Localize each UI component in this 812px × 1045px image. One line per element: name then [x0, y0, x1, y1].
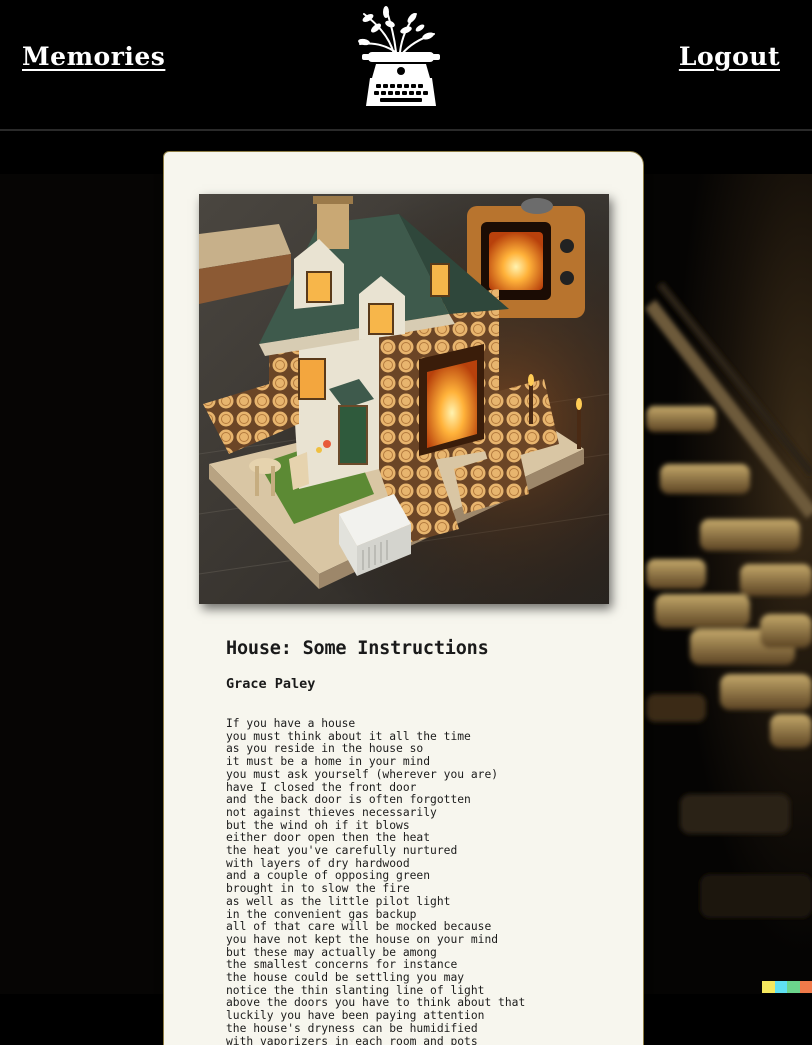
- poem-line: it must be a home in your mind: [226, 755, 431, 769]
- swatch-green: [787, 981, 800, 993]
- poem-card: House: Some Instructions Grace Paley If …: [163, 151, 644, 1045]
- memories-link[interactable]: Memories: [22, 42, 165, 71]
- poem-line: with vaporizers in each room and pots: [226, 1034, 478, 1045]
- typewriter-logo-icon[interactable]: [350, 4, 448, 108]
- poem-line: the house could be settling you may: [226, 971, 465, 985]
- poem-line: you have not kept the house on your mind: [226, 932, 499, 946]
- poem-line: luckily you have been paying attention: [226, 1009, 485, 1023]
- poem-line: brought in to slow the fire: [226, 882, 410, 896]
- poem-line: If you have a house: [226, 717, 356, 730]
- swatch-cyan: [774, 981, 787, 993]
- poem-line: not against thieves necessarily: [226, 805, 437, 819]
- color-swatch: [762, 981, 812, 993]
- house-fireplace-illustration: [199, 194, 609, 604]
- swatch-orange: [799, 981, 812, 993]
- poem-title: House: Some Instructions: [226, 638, 489, 659]
- poem-line: the heat you've carefully nurtured: [226, 844, 458, 858]
- poem-line: the house's dryness can be humidified: [226, 1021, 478, 1035]
- swatch-yellow: [762, 981, 775, 993]
- poem-author: Grace Paley: [226, 676, 316, 692]
- logout-link[interactable]: Logout: [679, 42, 780, 71]
- top-nav: Memories Logout: [0, 0, 812, 131]
- poem-line: you must ask yourself (wherever you are): [226, 767, 499, 781]
- poem-body: If you have a house you must think about…: [226, 717, 636, 1045]
- poem-line: as well as the little pilot light: [226, 894, 451, 908]
